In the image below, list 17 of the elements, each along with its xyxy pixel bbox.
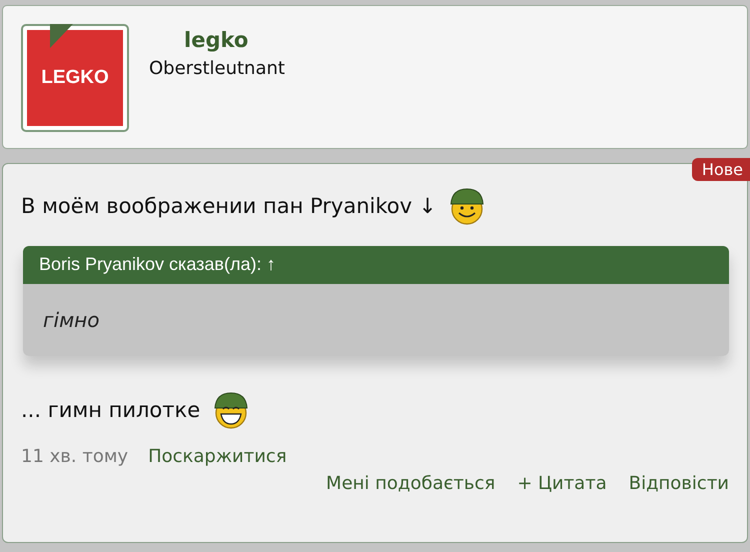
avatar-logo-text: LEGKO — [41, 67, 109, 89]
action-link[interactable]: Мені подобається — [326, 473, 496, 494]
avatar[interactable]: LEGKO — [21, 24, 129, 132]
action-link[interactable]: Відповісти — [628, 473, 729, 494]
quote-text: гімно — [43, 308, 100, 332]
helmet-smiley-icon — [448, 186, 486, 226]
helmet-grin-icon — [212, 390, 250, 430]
corner-flag-icon — [47, 24, 75, 48]
post-text: ... гимн пилотке — [21, 398, 200, 422]
user-rank: Oberstleutnant — [149, 58, 285, 79]
post-time: 11 хв. тому — [21, 446, 128, 467]
post-text: В моём воображении пан Pryanikov ↓ — [21, 194, 436, 218]
action-link[interactable]: + Цитата — [517, 473, 607, 494]
report-link[interactable]: Поскаржитися — [148, 446, 287, 467]
new-badge: Нове — [692, 158, 750, 181]
username-link[interactable]: legko — [184, 28, 285, 52]
quote-author: Boris Pryanikov сказав(ла): ↑ — [39, 254, 276, 274]
